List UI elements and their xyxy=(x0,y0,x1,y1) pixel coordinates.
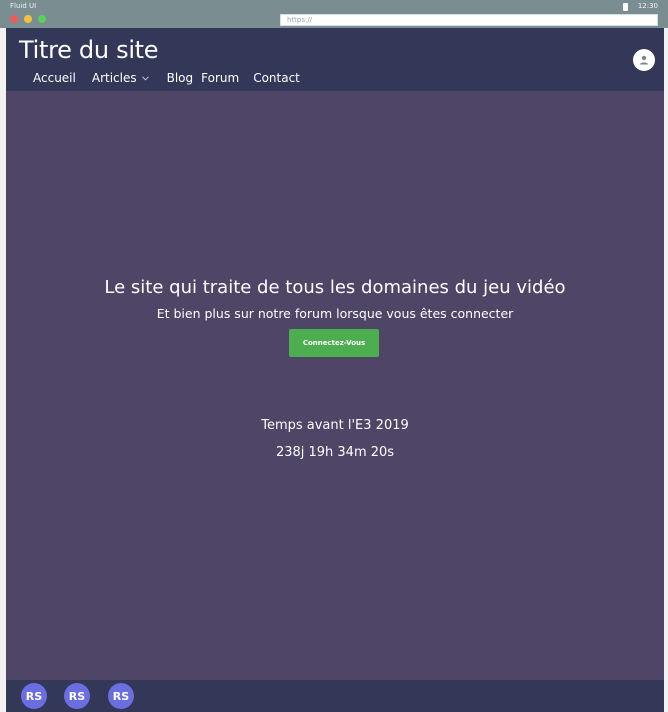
hero-subtitle: Et bien plus sur notre forum lorsque vou… xyxy=(156,306,514,321)
url-input[interactable]: https:// xyxy=(280,14,658,26)
page: Titre du site Accueil Articles Blog Foru… xyxy=(6,28,664,712)
close-window-button[interactable] xyxy=(10,15,18,23)
window-border-right xyxy=(664,28,668,712)
site-title[interactable]: Titre du site xyxy=(19,36,159,64)
nav-item-accueil[interactable]: Accueil xyxy=(33,71,76,85)
user-account-button[interactable] xyxy=(633,49,655,71)
minimize-window-button[interactable] xyxy=(24,15,32,23)
clock: 12:30 xyxy=(637,2,658,10)
avatar[interactable]: RS xyxy=(21,683,47,709)
avatar[interactable]: RS xyxy=(64,683,90,709)
app-name: Fluid UI xyxy=(10,2,37,10)
site-header: Titre du site Accueil Articles Blog Foru… xyxy=(6,28,664,91)
chevron-down-icon xyxy=(141,74,149,83)
nav-item-articles-label: Articles xyxy=(91,71,137,85)
countdown-label: Temps avant l'E3 2019 xyxy=(261,418,409,433)
battery-icon xyxy=(623,3,628,11)
user-icon xyxy=(640,55,648,65)
avatar[interactable]: RS xyxy=(108,683,134,709)
countdown-timer: 238j 19h 34m 20s xyxy=(275,445,395,460)
nav-item-forum[interactable]: Forum xyxy=(201,71,239,85)
nav-item-articles[interactable]: Articles xyxy=(92,71,149,85)
hero-title: Le site qui traite de tous les domaines … xyxy=(104,277,566,298)
connect-button[interactable]: Connectez-Vous xyxy=(289,329,379,357)
os-status-bar: Fluid UI 12:30 https:// xyxy=(0,0,668,28)
nav-item-blog[interactable]: Blog xyxy=(167,71,194,85)
nav-item-contact[interactable]: Contact xyxy=(253,71,300,85)
site-footer: RS RS RS xyxy=(6,680,664,712)
main-nav: Accueil Articles Blog Forum Contact xyxy=(33,70,316,86)
maximize-window-button[interactable] xyxy=(38,15,46,23)
